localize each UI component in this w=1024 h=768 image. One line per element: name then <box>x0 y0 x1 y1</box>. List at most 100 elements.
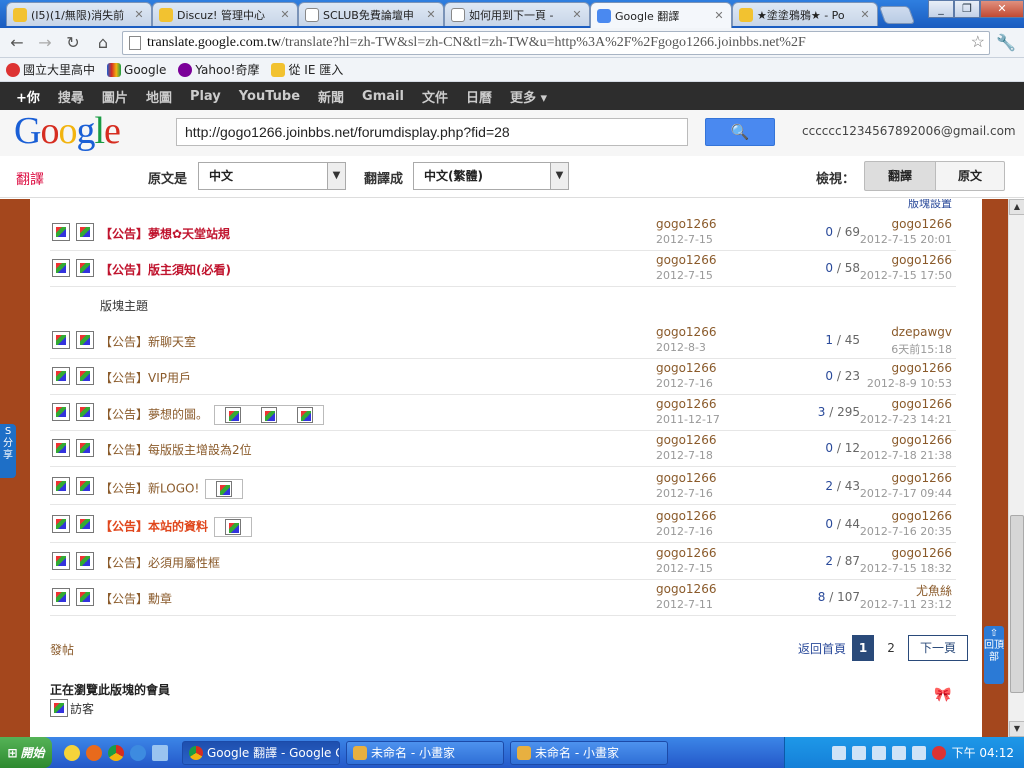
thread-title[interactable]: 【公告】VIP用戶 <box>100 369 191 386</box>
tab-2[interactable]: Discuz! 管理中心 ✕ <box>152 2 298 26</box>
gbar-more[interactable]: 更多 ▾ <box>510 87 547 106</box>
close-icon[interactable]: ✕ <box>425 8 437 21</box>
google-logo[interactable]: Google <box>14 110 121 152</box>
ie-icon[interactable] <box>130 744 146 761</box>
back-to-top-button[interactable]: ⇧ 回頂部 <box>984 626 1004 684</box>
last-poster[interactable]: gogo1266 <box>892 546 952 560</box>
thread-author[interactable]: gogo1266 <box>656 397 716 411</box>
thread-author[interactable]: gogo1266 <box>656 546 716 560</box>
close-icon[interactable]: ✕ <box>279 8 291 21</box>
last-poster[interactable]: gogo1266 <box>892 361 952 375</box>
tray-icon[interactable] <box>931 745 946 760</box>
gbar-link[interactable]: +你 <box>16 87 40 106</box>
vertical-scrollbar[interactable]: ▲ ▼ <box>1008 199 1024 737</box>
back-home-link[interactable]: 返回首頁 <box>798 640 846 657</box>
last-post-date[interactable]: 2012-7-11 23:12 <box>860 598 952 611</box>
chrome-icon[interactable] <box>108 744 124 761</box>
taskbar-item-paint[interactable]: 未命名 - 小畫家 <box>510 740 668 765</box>
gbar-link[interactable]: 新聞 <box>318 87 344 106</box>
gbar-link[interactable]: 搜尋 <box>58 87 84 106</box>
maximize-icon[interactable]: ❐ <box>954 0 980 18</box>
minimize-icon[interactable]: _ <box>928 0 954 18</box>
clock[interactable]: 下午 04:12 <box>952 744 1014 761</box>
thread-author[interactable]: gogo1266 <box>656 325 716 339</box>
thread-title[interactable]: 【公告】夢想✿天堂站規 <box>100 225 230 242</box>
close-icon[interactable]: ✕ <box>713 9 725 22</box>
forward-arrow-icon[interactable]: → <box>34 32 56 54</box>
thread-title[interactable]: 【公告】版主須知(必看) <box>100 261 231 278</box>
tab-6[interactable]: ★塗塗鴉鴉★ - Po ✕ <box>732 2 878 26</box>
thread-author[interactable]: gogo1266 <box>656 471 716 485</box>
bookmark-item[interactable]: Yahoo!奇摩 <box>178 61 259 78</box>
last-poster[interactable]: gogo1266 <box>892 471 952 485</box>
table-row[interactable]: 【公告】本站的資料 gogo1266 2012-7-16 0 / 44 gogo… <box>50 507 956 543</box>
bookmark-item[interactable]: 國立大里高中 <box>6 61 95 78</box>
share-button[interactable]: S 分享 <box>0 424 16 478</box>
google-search-input[interactable]: http://gogo1266.joinbbs.net/forumdisplay… <box>176 118 688 146</box>
back-arrow-icon[interactable]: ← <box>6 32 28 54</box>
last-post-date[interactable]: 6天前15:18 <box>891 341 952 357</box>
tray-icon[interactable] <box>851 745 866 760</box>
last-post-date[interactable]: 2012-7-15 20:01 <box>860 233 952 246</box>
thread-title[interactable]: 【公告】本站的資料 <box>100 517 253 537</box>
account-email[interactable]: cccccc1234567892006@gmail.com <box>802 124 1016 138</box>
thread-author[interactable]: gogo1266 <box>656 582 716 596</box>
translate-label[interactable]: 翻譯 <box>16 169 44 189</box>
explorer-icon[interactable] <box>64 744 80 761</box>
table-row[interactable]: 【公告】必須用屬性框 gogo1266 2012-7-15 2 / 87 gog… <box>50 544 956 580</box>
address-bar[interactable]: translate.google.com.tw/translate?hl=zh-… <box>122 31 990 55</box>
gbar-link[interactable]: 地圖 <box>146 87 172 106</box>
taskbar-item-chrome[interactable]: Google 翻譯 - Google Ch... <box>182 740 340 765</box>
tray-icon[interactable] <box>911 745 926 760</box>
tray-icon[interactable] <box>891 745 906 760</box>
gbar-link[interactable]: YouTube <box>239 89 300 104</box>
taskbar-item-paint[interactable]: 未命名 - 小畫家 <box>346 740 504 765</box>
close-icon[interactable]: ✕ <box>133 8 145 21</box>
gbar-link[interactable]: 日曆 <box>466 87 492 106</box>
new-tab-button[interactable] <box>878 6 916 24</box>
tab-4[interactable]: 如何用到下一頁 - ✕ <box>444 2 590 26</box>
close-window-icon[interactable]: ✕ <box>980 0 1024 18</box>
last-poster[interactable]: gogo1266 <box>892 253 952 267</box>
show-desktop-icon[interactable] <box>152 744 168 761</box>
bookmark-item[interactable]: 從 IE 匯入 <box>271 61 343 78</box>
scroll-thumb[interactable] <box>1010 515 1024 693</box>
thread-title[interactable]: 【公告】新LOGO! <box>100 479 244 499</box>
thread-title[interactable]: 【公告】必須用屬性框 <box>100 554 220 571</box>
table-row[interactable]: 【公告】新LOGO! gogo1266 2012-7-16 2 / 43 gog… <box>50 469 956 505</box>
last-post-date[interactable]: 2012-7-15 18:32 <box>860 562 952 575</box>
last-poster[interactable]: gogo1266 <box>892 397 952 411</box>
last-poster[interactable]: gogo1266 <box>892 433 952 447</box>
gbar-link[interactable]: Gmail <box>362 89 404 104</box>
bookmark-item[interactable]: Google <box>107 62 166 77</box>
thread-title[interactable]: 【公告】勳章 <box>100 590 172 607</box>
view-original-button[interactable]: 原文 <box>935 161 1005 191</box>
home-icon[interactable]: ⌂ <box>92 32 114 54</box>
tab-google-translate[interactable]: Google 翻譯 ✕ <box>590 2 732 28</box>
gbar-link[interactable]: Play <box>190 89 221 104</box>
next-page-button[interactable]: 下一頁 <box>908 635 969 661</box>
thread-author[interactable]: gogo1266 <box>656 433 716 447</box>
table-row[interactable]: 【公告】夢想✿天堂站規 gogo1266 2012-7-15 0 / 69 go… <box>50 215 956 251</box>
table-row[interactable]: 【公告】每版版主增設為2位 gogo1266 2012-7-18 0 / 12 … <box>50 431 956 467</box>
thread-author[interactable]: gogo1266 <box>656 253 716 267</box>
source-language-select[interactable]: 中文 ▼ <box>198 162 346 190</box>
table-row[interactable]: 【公告】VIP用戶 gogo1266 2012-7-16 0 / 23 gogo… <box>50 359 956 395</box>
page-2-link[interactable]: 2 <box>880 635 902 661</box>
gbar-link[interactable]: 圖片 <box>102 87 128 106</box>
tab-3[interactable]: SCLUB免費論壇申 ✕ <box>298 2 444 26</box>
thread-title[interactable]: 【公告】每版版主增設為2位 <box>100 441 252 458</box>
bowtie-icon[interactable]: 🎀 <box>934 687 951 703</box>
tray-icon[interactable] <box>831 745 846 760</box>
scroll-down-icon[interactable]: ▼ <box>1009 721 1024 737</box>
reload-icon[interactable]: ↻ <box>62 32 84 54</box>
thread-author[interactable]: gogo1266 <box>656 361 716 375</box>
wrench-icon[interactable]: 🔧 <box>996 33 1016 52</box>
last-post-date[interactable]: 2012-7-17 09:44 <box>860 487 952 500</box>
bookmark-star-icon[interactable]: ☆ <box>971 32 985 54</box>
close-icon[interactable]: ✕ <box>571 8 583 21</box>
table-row[interactable]: 【公告】版主須知(必看) gogo1266 2012-7-15 0 / 58 g… <box>50 251 956 287</box>
last-poster[interactable]: gogo1266 <box>892 217 952 231</box>
tray-icon[interactable] <box>871 745 886 760</box>
last-post-date[interactable]: 2012-7-18 21:38 <box>860 449 952 462</box>
